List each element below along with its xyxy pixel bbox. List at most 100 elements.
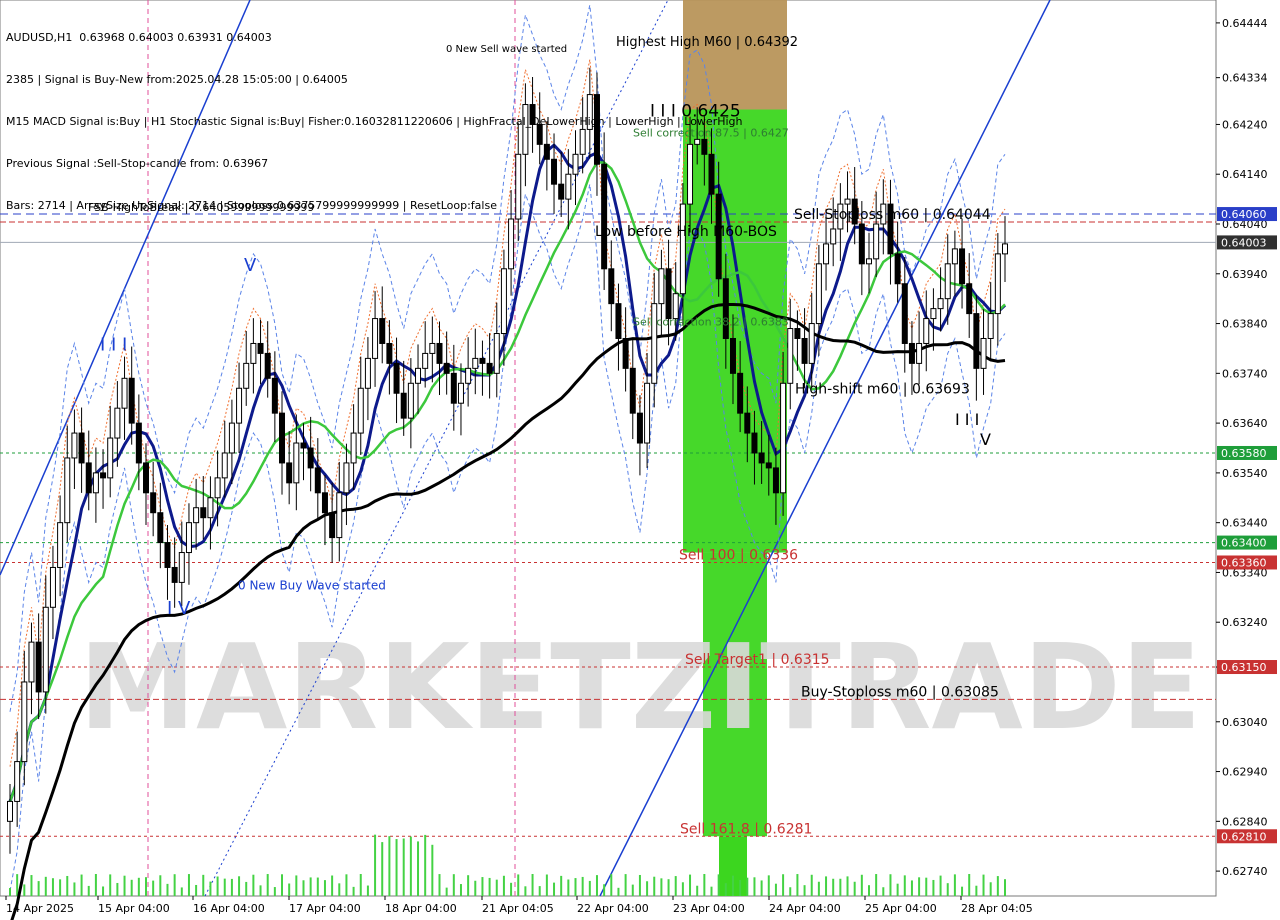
bars-line: Bars: 2714 | ArraySize UpSignal: 2714 | … (6, 199, 497, 212)
price-tick-label: 0.63740 (1222, 367, 1268, 380)
candle-body (486, 362, 493, 374)
candle-body (185, 522, 192, 554)
time-tick-label: 24 Apr 04:00 (769, 902, 841, 915)
candle-body (465, 367, 472, 384)
candle-body (207, 497, 214, 519)
candle-body (808, 323, 815, 364)
candle-body (135, 422, 142, 464)
price-tag-label: 0.63360 (1221, 556, 1267, 569)
price-tick-label: 0.62840 (1222, 815, 1268, 828)
price-tick-label: 0.63940 (1222, 268, 1268, 281)
candle-body (336, 492, 343, 539)
chart-annotation: Sell-Stoploss m60 | 0.64044 (794, 207, 991, 223)
chart-annotation: I I I (955, 410, 979, 429)
candle-body (787, 328, 794, 384)
candle-body (307, 447, 314, 469)
price-tick-label: 0.62940 (1222, 766, 1268, 779)
candle-body (865, 258, 872, 265)
previous-signal-line: Previous Signal :Sell-Stop-candle from: … (6, 157, 269, 170)
watermark-text: MARKETZITRADE (79, 618, 1202, 756)
candle-body (200, 507, 207, 519)
candle-body (894, 253, 901, 285)
candle-body (644, 382, 651, 444)
candle-body (608, 268, 615, 305)
candle-body (987, 313, 994, 339)
candle-body (372, 318, 379, 359)
candle-body (143, 462, 150, 494)
time-tick-label: 21 Apr 04:05 (482, 902, 554, 915)
candle-body (729, 337, 736, 374)
candle-body (636, 412, 643, 444)
candle-body (873, 223, 880, 260)
candle-body (1002, 243, 1008, 255)
chart-annotation: Sell Target1 | 0.6315 (685, 652, 830, 668)
candle-body (472, 357, 479, 369)
candle-body (343, 462, 350, 494)
chart-annotation: V (244, 255, 257, 276)
price-tick-label: 0.64334 (1222, 72, 1268, 85)
candle-body (57, 522, 64, 568)
candle-body (78, 432, 85, 464)
candle-body (100, 472, 107, 479)
candle-body (250, 342, 257, 364)
candle-body (157, 512, 164, 544)
chart-annotation: Sell 161.8 | 0.6281 (680, 821, 812, 837)
candle-body (42, 606, 49, 693)
price-tick-label: 0.63440 (1222, 517, 1268, 530)
candle-body (221, 452, 228, 479)
candle-body (214, 477, 221, 499)
candle-body (629, 367, 636, 414)
candle-body (114, 407, 121, 439)
candle-body (193, 507, 200, 524)
candle-body (422, 352, 429, 369)
candle-body (916, 342, 923, 364)
candle-body (844, 198, 851, 205)
candle-body (429, 342, 436, 354)
price-tick-label: 0.64140 (1222, 168, 1268, 181)
chart-annotation: I V (167, 598, 191, 619)
candle-body (121, 377, 128, 409)
price-tag-label: 0.64003 (1221, 236, 1267, 249)
candle-body (493, 333, 500, 374)
candle-body (271, 377, 278, 414)
candle-body (500, 268, 507, 335)
candle-body (737, 372, 744, 414)
candle-body (908, 342, 915, 364)
price-tick-label: 0.63640 (1222, 417, 1268, 430)
indicator-line: M15 MACD Signal is:Buy | H1 Stochastic S… (6, 115, 743, 128)
candle-body (772, 467, 779, 494)
candle-body (243, 362, 250, 389)
candle-body (765, 462, 772, 469)
candle-body (665, 268, 672, 320)
candle-body (257, 342, 264, 354)
time-tick-label: 28 Apr 04:05 (961, 902, 1033, 915)
candle-body (49, 566, 56, 608)
price-tag-label: 0.63150 (1221, 661, 1267, 674)
candle-body (300, 442, 307, 449)
price-tick-label: 0.63540 (1222, 467, 1268, 480)
candle-body (407, 382, 414, 419)
candle-body (966, 283, 973, 315)
candle-body (171, 566, 178, 583)
time-tick-label: 14 Apr 2025 (6, 902, 74, 915)
candle-body (279, 412, 286, 464)
candle-body (658, 268, 665, 305)
chart-annotation: V (980, 430, 991, 449)
candle-body (71, 432, 78, 459)
candle-body (329, 512, 336, 539)
price-tag-label: 0.63580 (1221, 447, 1267, 460)
candle-body (758, 452, 765, 464)
time-tick-label: 18 Apr 04:00 (385, 902, 457, 915)
chart-annotation: Buy-Stoploss m60 | 0.63085 (801, 684, 999, 700)
candle-body (386, 342, 393, 364)
time-tick-label: 25 Apr 04:00 (865, 902, 937, 915)
chart-annotation: High-shift m60 | 0.63693 (795, 382, 970, 398)
candle-body (457, 382, 464, 404)
candle-body (450, 372, 457, 404)
candle-body (178, 552, 185, 583)
candle-body (264, 352, 271, 379)
price-tick-label: 0.62740 (1222, 865, 1268, 878)
price-tick-label: 0.63040 (1222, 716, 1268, 729)
time-tick-label: 22 Apr 04:00 (577, 902, 649, 915)
candle-body (364, 357, 371, 389)
